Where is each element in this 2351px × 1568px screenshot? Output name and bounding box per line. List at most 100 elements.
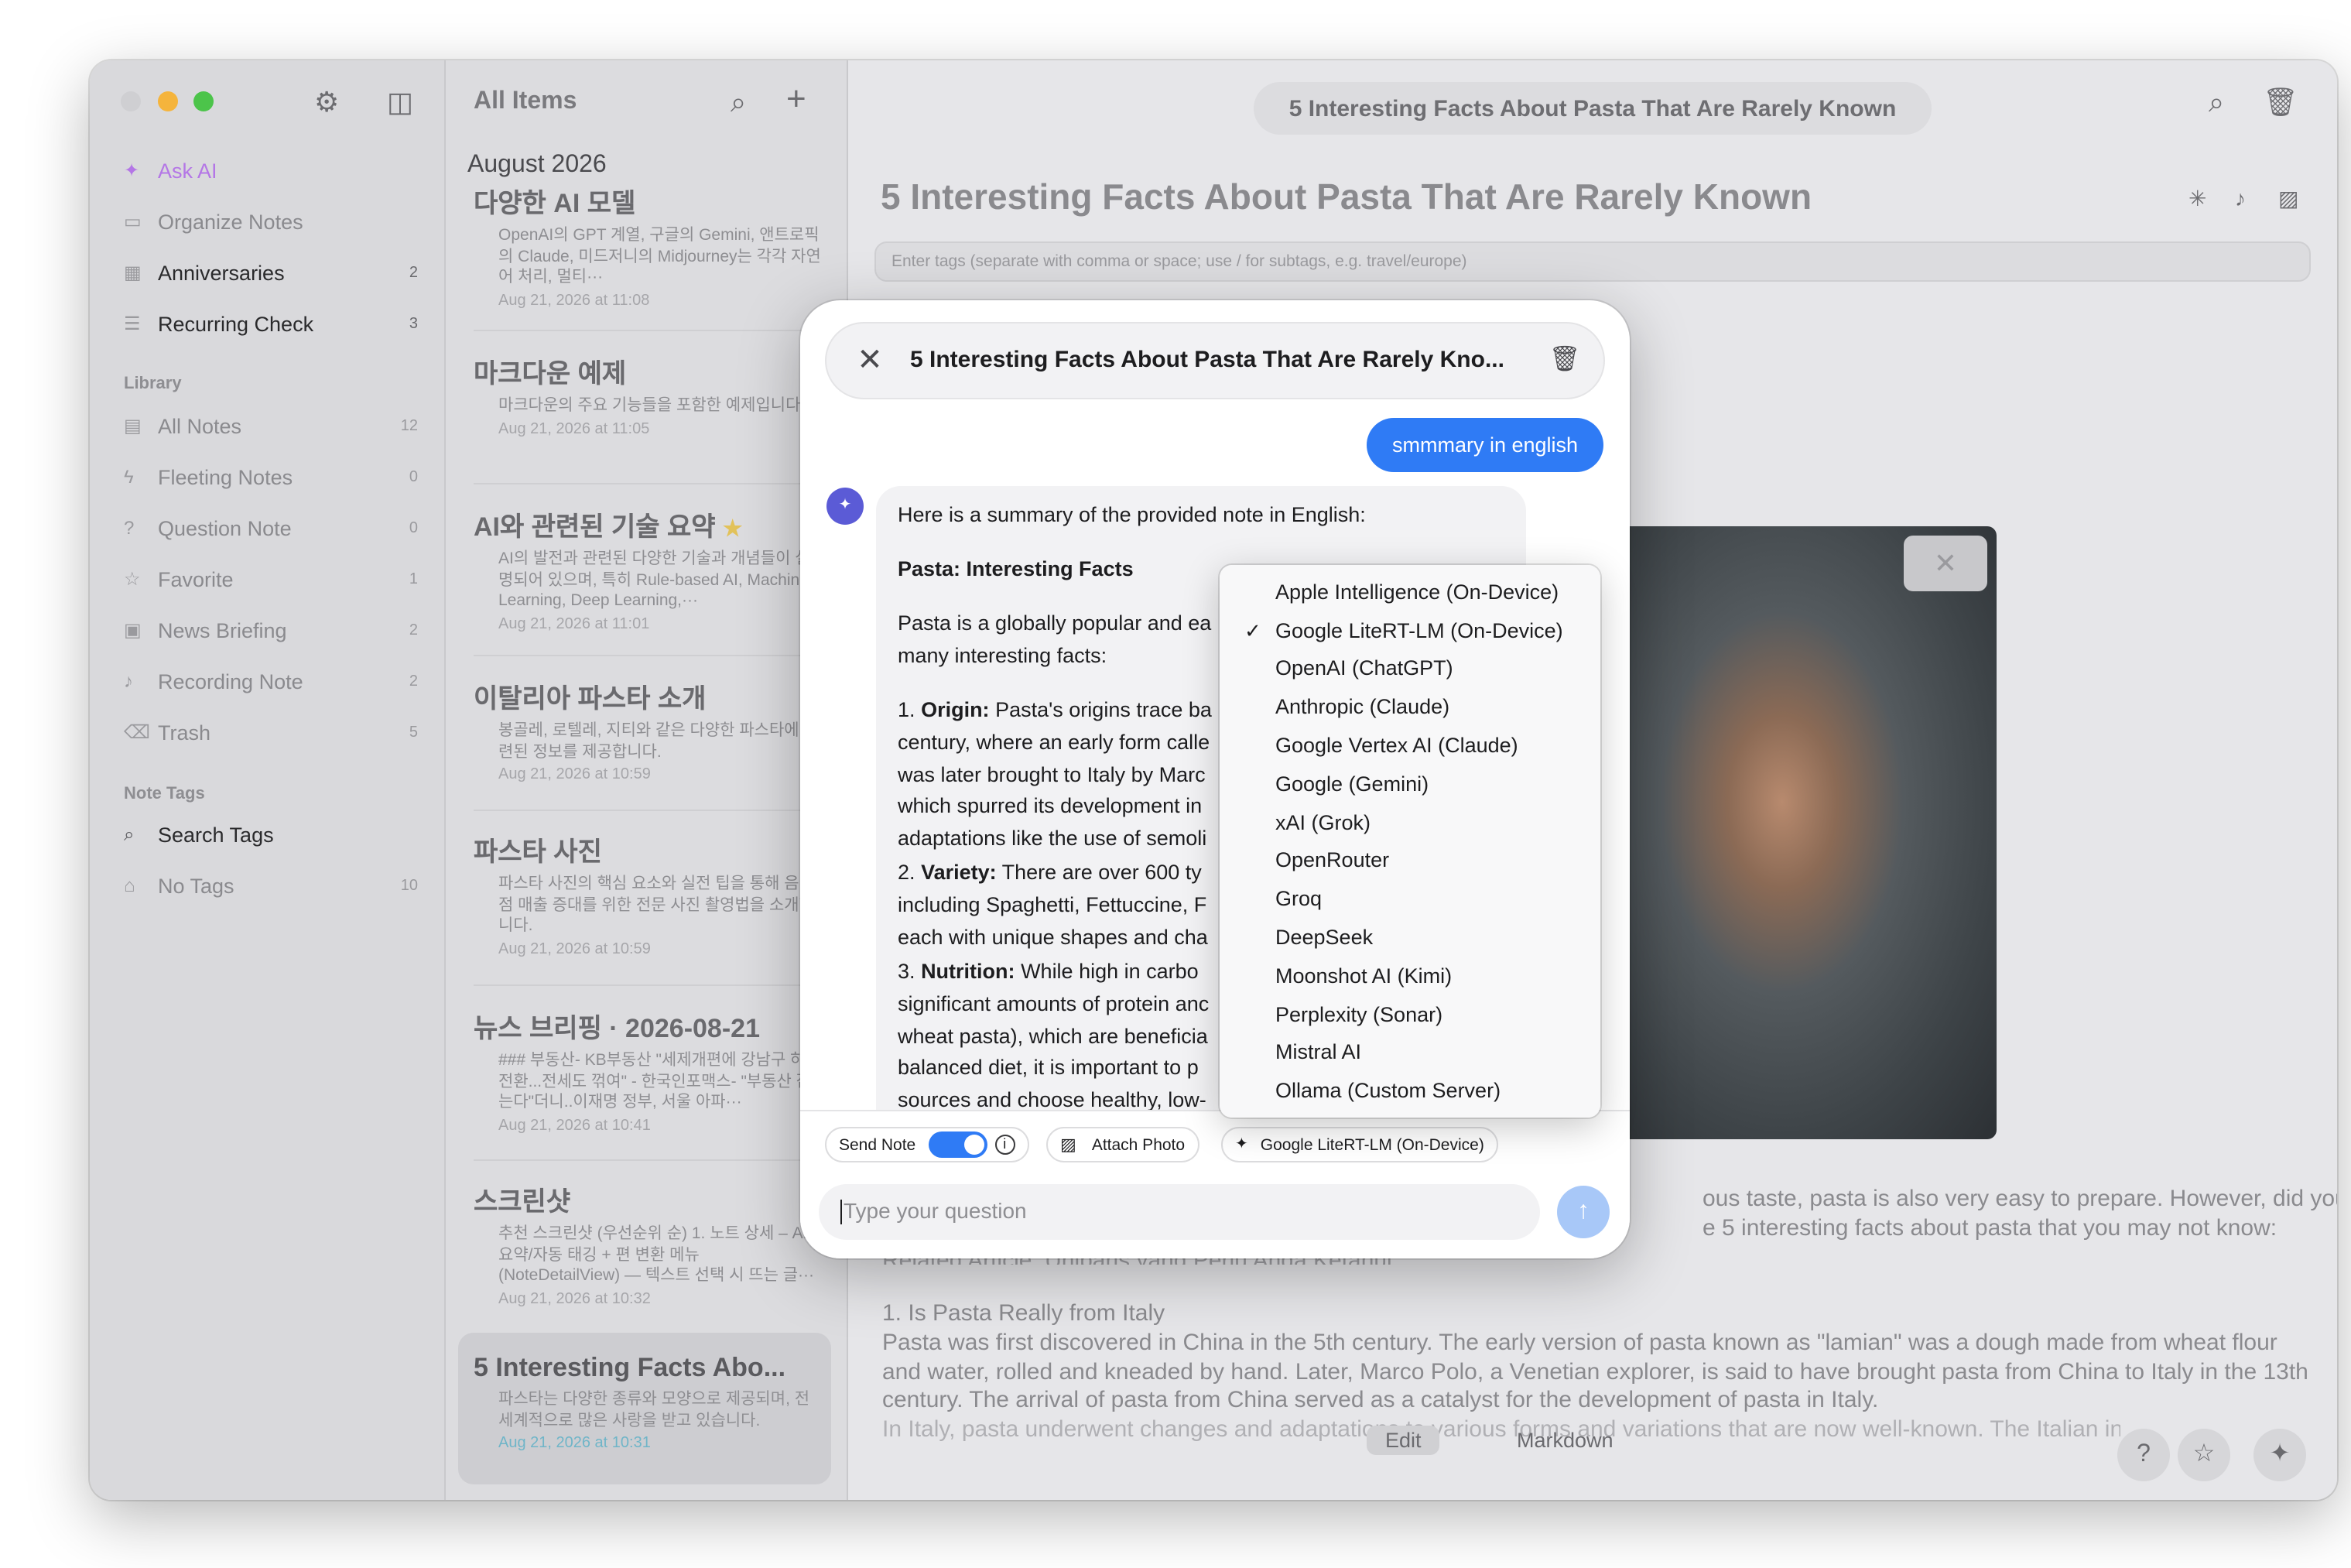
markdown-tab[interactable]: Markdown: [1517, 1426, 1614, 1455]
menu-item-google-litert-lm[interactable]: ✓ Google LiteRT-LM (On-Device): [1220, 613, 1600, 650]
list-item[interactable]: 뉴스 브리핑 · 2026-08-21 ### 부동산- KB부동산 "세제개편…: [474, 1006, 822, 1134]
photo-icon: ▨: [1060, 1136, 1076, 1155]
list-item[interactable]: 스크린샷 추천 스크린샷 (우선순위 순) 1. 노트 상세 – AI 요약/자…: [474, 1179, 822, 1307]
sidebar-item-all-notes[interactable]: ▤ All Notes 12: [124, 406, 418, 446]
sidebar-item-ask-ai[interactable]: ✦ Ask AI: [124, 150, 418, 190]
divider: [474, 984, 822, 986]
menu-item-mistral[interactable]: Mistral AI: [1220, 1034, 1600, 1071]
ai-avatar-sparkle-icon: ✦: [826, 488, 864, 525]
calendar-icon: ▦: [124, 262, 142, 283]
model-select-button[interactable]: ✦ Google LiteRT-LM (On-Device): [1221, 1127, 1498, 1162]
settings-gear-icon[interactable]: ⚙: [314, 85, 339, 119]
user-message: smmmary in english: [1367, 418, 1603, 472]
sparkle-icon: ✦: [124, 159, 140, 181]
help-icon[interactable]: ?: [2117, 1429, 2170, 1481]
note-icon: ▤: [124, 415, 142, 437]
sidebar-item-question-note[interactable]: ? Question Note 0: [124, 508, 418, 548]
sidebar-item-recording-note[interactable]: ♪ Recording Note 2: [124, 661, 418, 701]
add-note-icon[interactable]: +: [786, 81, 806, 116]
menu-item-moonshot[interactable]: Moonshot AI (Kimi): [1220, 958, 1600, 995]
note-list: All Items ⌕ + August 2026 다양한 AI 모델 Open…: [446, 60, 848, 1500]
star-icon[interactable]: ☆: [2178, 1429, 2230, 1481]
sparkle-icon: ✦: [1235, 1136, 1248, 1153]
send-button[interactable]: ↑: [1557, 1186, 1610, 1238]
menu-item-openai[interactable]: OpenAI (ChatGPT): [1220, 650, 1600, 687]
trash-icon: ⌫: [124, 721, 150, 743]
toolbar-title: 5 Interesting Facts About Pasta That Are…: [1254, 82, 1932, 135]
search-icon[interactable]: ⌕: [731, 85, 746, 119]
sidebar-item-fleeting-notes[interactable]: ϟ Fleeting Notes 0: [124, 457, 418, 497]
sidebar-toggle-icon[interactable]: ◫: [387, 85, 413, 119]
checklist-icon: ☰: [124, 313, 141, 334]
menu-item-ollama[interactable]: Ollama (Custom Server): [1220, 1073, 1600, 1110]
menu-item-openrouter[interactable]: OpenRouter: [1220, 842, 1600, 879]
edit-tab[interactable]: Edit: [1367, 1426, 1440, 1455]
sidebar-item-no-tags[interactable]: ⌂ No Tags 10: [124, 865, 418, 906]
close-icon[interactable]: ✕: [850, 341, 890, 381]
menu-item-apple-intelligence[interactable]: Apple Intelligence (On-Device): [1220, 574, 1600, 611]
divider: [474, 330, 822, 331]
trash-icon[interactable]: 🗑: [2263, 85, 2298, 119]
text-caret: [840, 1200, 842, 1225]
list-item[interactable]: 이탈리아 파스타 소개 봉골레, 로텔레, 지티와 같은 다양한 파스타에 관련…: [474, 676, 822, 783]
zoom-window-button[interactable]: [193, 91, 214, 111]
sidebar-item-recurring-check[interactable]: ☰ Recurring Check 3: [124, 303, 418, 344]
divider: [474, 483, 822, 484]
trash-icon[interactable]: 🗑: [1545, 341, 1585, 381]
list-item[interactable]: 다양한 AI 모델 OpenAI의 GPT 계열, 구글의 Gemini, 앤트…: [474, 181, 822, 309]
menu-item-perplexity[interactable]: Perplexity (Sonar): [1220, 997, 1600, 1034]
image-icon[interactable]: ▨: [2278, 181, 2298, 215]
screen: ⚙ ◫ ✦ Ask AI ▭ Organize Notes ▦ Annivers…: [0, 0, 2351, 1568]
checkmark-icon: ✓: [1244, 619, 1261, 642]
attach-photo-button[interactable]: ▨ Attach Photo: [1046, 1127, 1199, 1162]
sidebar-item-news-briefing[interactable]: ▣ News Briefing 2: [124, 610, 418, 650]
folder-icon: ▭: [124, 211, 142, 232]
send-note-toggle[interactable]: [928, 1131, 987, 1158]
tag-icon: ⌂: [124, 875, 135, 896]
divider: [474, 1159, 822, 1161]
tags-input[interactable]: Enter tags (separate with comma or space…: [874, 241, 2311, 282]
mic-icon[interactable]: ♪: [2235, 181, 2246, 215]
list-item[interactable]: 마크다운 예제 마크다운의 주요 기능들을 포함한 예제입니다. Aug 21,…: [474, 351, 822, 437]
menu-item-xai-grok[interactable]: xAI (Grok): [1220, 805, 1600, 842]
sidebar-item-favorite[interactable]: ☆ Favorite 1: [124, 559, 418, 599]
pasta-photo: [1607, 526, 1997, 1139]
send-note-toggle-chip[interactable]: Send Note i: [825, 1127, 1029, 1162]
info-icon[interactable]: i: [994, 1135, 1015, 1155]
list-title: All Items: [474, 88, 577, 115]
page-title: 5 Interesting Facts About Pasta That Are…: [881, 176, 1812, 217]
sidebar-item-trash[interactable]: ⌫ Trash 5: [124, 712, 418, 752]
list-item-selected[interactable]: 5 Interesting Facts Abo... 파스타는 다양한 종류와 …: [474, 1353, 822, 1452]
dialog-header: ✕ 5 Interesting Facts About Pasta That A…: [825, 322, 1605, 399]
sidebar-item-search-tags[interactable]: ⌕ Search Tags: [124, 814, 418, 854]
sparkle-icon[interactable]: ✦: [2253, 1429, 2306, 1481]
newspaper-icon: ▣: [124, 619, 142, 641]
dialog-title: 5 Interesting Facts About Pasta That Are…: [910, 347, 1504, 373]
divider: [474, 810, 822, 811]
menu-item-anthropic[interactable]: Anthropic (Claude): [1220, 689, 1600, 726]
sidebar: ⚙ ◫ ✦ Ask AI ▭ Organize Notes ▦ Annivers…: [90, 60, 446, 1500]
mic-icon: ♪: [124, 670, 133, 692]
menu-item-google-gemini[interactable]: Google (Gemini): [1220, 766, 1600, 803]
favorite-star-icon: ★: [723, 515, 743, 540]
sidebar-item-anniversaries[interactable]: ▦ Anniversaries 2: [124, 252, 418, 293]
list-item[interactable]: 파스타 사진 파스타 사진의 핵심 요소와 실전 팁을 통해 음식점 매출 증대…: [474, 830, 822, 957]
model-dropdown-menu: Apple Intelligence (On-Device) ✓ Google …: [1220, 565, 1600, 1118]
menu-item-groq[interactable]: Groq: [1220, 881, 1600, 918]
library-heading: Library: [124, 375, 182, 393]
close-window-button[interactable]: [121, 91, 141, 111]
minimize-window-button[interactable]: [158, 91, 178, 111]
divider: [474, 655, 822, 656]
close-icon[interactable]: ✕: [1904, 536, 1987, 591]
list-item[interactable]: AI와 관련된 기술 요약 ★ AI의 발전과 관련된 다양한 기술과 개념들이…: [474, 505, 822, 632]
note-tags-heading: Note Tags: [124, 785, 205, 803]
question-icon: ?: [124, 517, 135, 539]
menu-item-google-vertex[interactable]: Google Vertex AI (Claude): [1220, 728, 1600, 765]
menu-item-deepseek[interactable]: DeepSeek: [1220, 919, 1600, 957]
question-input[interactable]: Type your question: [819, 1184, 1540, 1240]
star-icon: ☆: [124, 568, 141, 590]
month-header: August 2026: [467, 152, 607, 178]
loading-spinner-icon[interactable]: ✳: [2188, 181, 2206, 215]
search-icon[interactable]: ⌕: [2209, 85, 2224, 119]
sidebar-item-organize-notes[interactable]: ▭ Organize Notes: [124, 201, 418, 241]
